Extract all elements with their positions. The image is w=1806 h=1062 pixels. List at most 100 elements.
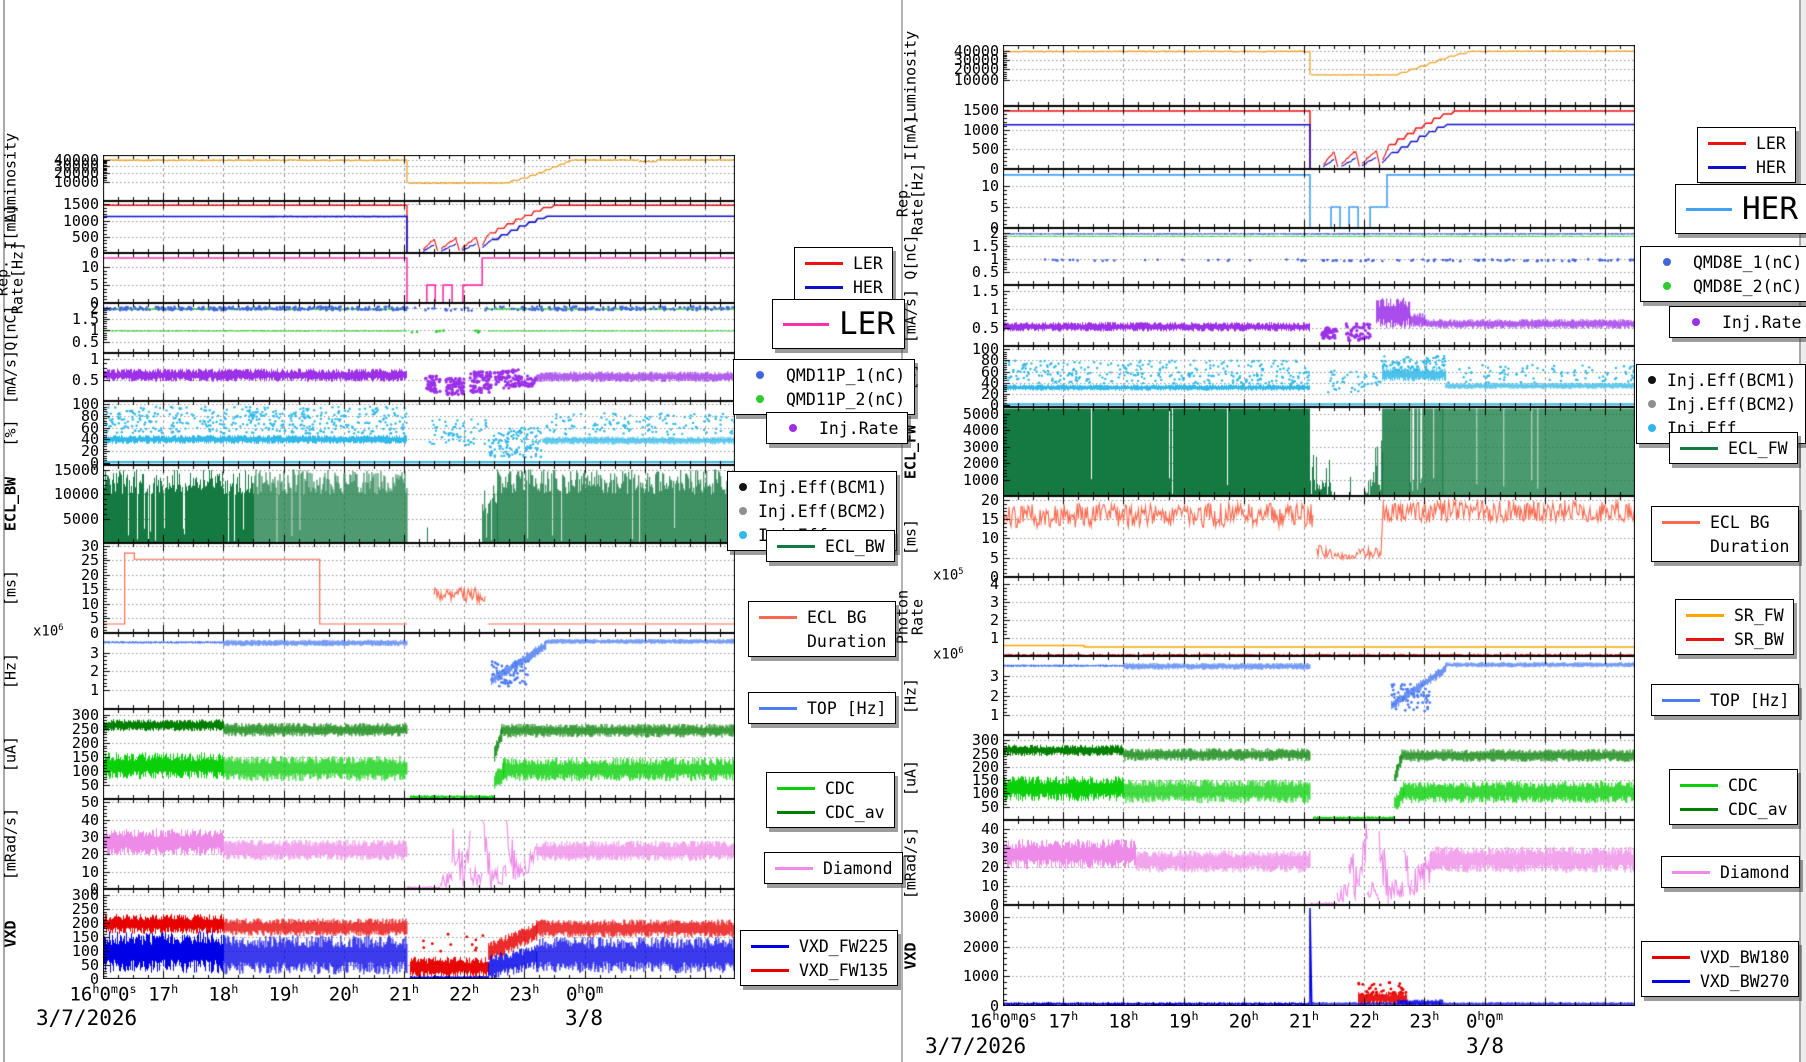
- x-tick-label: 23h: [1409, 1009, 1439, 1032]
- legend-label: HER: [1742, 191, 1798, 227]
- legend-label: Inj.Rate: [819, 419, 898, 438]
- y-axis-label: I[mA]: [903, 115, 918, 160]
- plot-bunch-charge: [1003, 228, 1635, 285]
- legend-item: CDC_av: [1676, 797, 1788, 821]
- y-tick-label: 4: [939, 575, 999, 593]
- plot-vxd-dose: [1003, 905, 1635, 1006]
- legend-label: LER: [1756, 134, 1786, 153]
- date-label-start-left: 3/7/2026: [36, 1006, 137, 1030]
- legend-item: LER: [1704, 131, 1786, 155]
- y-tick-label: 0: [939, 160, 999, 178]
- x-tick-label: 21h: [1289, 1009, 1319, 1032]
- legend-label: QMD8E_2(nC): [1693, 277, 1802, 296]
- plot-top-rate: [1003, 656, 1635, 735]
- y-tick-label: 1: [939, 629, 999, 647]
- legend-label: QMD8E_1(nC): [1693, 253, 1802, 272]
- plot-injection-rate: [1003, 285, 1635, 346]
- y-tick-label: 20: [939, 491, 999, 509]
- left-plot-column: Luminosity40000300002000010000I[mA]15001…: [0, 0, 901, 1062]
- y-tick-label: 50: [39, 793, 99, 811]
- y-tick-label: 30: [939, 839, 999, 857]
- series-line-marker: [779, 323, 833, 326]
- series-dot-marker: [1647, 282, 1687, 290]
- plot-injection-efficiency: [1003, 346, 1635, 407]
- y-tick-label: 0.5: [939, 263, 999, 281]
- series-dot-marker: [1643, 376, 1661, 384]
- legend-item: Inj.Eff(BCM2): [1643, 392, 1796, 416]
- series-line-marker: [755, 707, 801, 710]
- legend-cdc: CDCCDC_av: [766, 772, 895, 828]
- y-axis-label: VXD: [903, 942, 918, 969]
- y-tick-label: 2000: [939, 454, 999, 472]
- y-tick-label: 10000: [939, 71, 999, 89]
- y-axis-label: ECL_BW: [3, 477, 18, 531]
- y-tick-label: 3: [39, 644, 99, 662]
- y-axis-label: [%]: [3, 419, 18, 446]
- y-axis-label: [mA/s]: [3, 350, 18, 404]
- x-tick-label: 23h: [509, 982, 539, 1005]
- legend-item: ECL_BW: [773, 534, 885, 558]
- legend-sr-fw: SR_FWSR_BW: [1675, 599, 1794, 655]
- y-axis-label: VXD: [3, 920, 18, 947]
- legend-ecl-bg: ECL BGDuration: [1651, 506, 1799, 562]
- legend-item: HER: [801, 275, 883, 299]
- y-axis-label: [uA]: [903, 759, 918, 795]
- series-line-marker: [773, 545, 819, 548]
- legend-label: LER: [839, 306, 895, 342]
- series-line-marker: [1682, 638, 1728, 641]
- plot-ecl-fw: [1003, 407, 1635, 496]
- legend-item: HER: [1704, 155, 1786, 179]
- y-tick-label: 3: [939, 593, 999, 611]
- y-tick-label: 20: [39, 845, 99, 863]
- legend-label: Inj.Eff(BCM1): [758, 478, 887, 497]
- legend-label: CDC_av: [1728, 800, 1788, 819]
- plot-photon-rate: [1003, 577, 1635, 656]
- y-axis-label: [mRad/s]: [903, 826, 918, 898]
- y-tick-label: 15000: [39, 461, 99, 479]
- legend-label: ECL_BW: [825, 537, 885, 556]
- y-tick-label: 1: [939, 300, 999, 318]
- plot-rep-rate: [103, 253, 735, 303]
- y-tick-label: 1000: [939, 471, 999, 489]
- legend-item: Diamond: [1668, 860, 1790, 884]
- y-axis-label: Q[nC]: [3, 305, 18, 350]
- x-tick-label: 17h: [148, 982, 178, 1005]
- y-axis-label: Q[nC]: [903, 234, 918, 279]
- series-line-marker: [801, 262, 847, 265]
- plot-bunch-charge: [103, 303, 735, 353]
- legend-diamond: Diamond: [1661, 856, 1800, 888]
- y-tick-label: 3: [939, 667, 999, 685]
- series-line-marker: [747, 945, 793, 948]
- series-dot-marker: [740, 395, 780, 403]
- y-tick-label: 0.5: [939, 319, 999, 337]
- legend-item: Inj.Eff(BCM1): [1643, 368, 1796, 392]
- y-tick-label: 2: [939, 611, 999, 629]
- legend-label: QMD11P_1(nC): [786, 366, 905, 385]
- y-axis-label: [ms]: [3, 570, 18, 606]
- x-tick-label: 22h: [449, 982, 479, 1005]
- series-dot-marker: [1676, 318, 1716, 326]
- plot-vxd-dose: [103, 889, 735, 979]
- legend-label: VXD_BW180: [1700, 948, 1789, 967]
- plot-top-rate: [103, 633, 735, 709]
- y-tick-label: 50: [39, 776, 99, 794]
- legend-qmd8e-1-nc-: QMD8E_1(nC) QMD8E_2(nC): [1640, 246, 1806, 302]
- legend-item: Duration: [1658, 534, 1789, 558]
- legend-ler: LER HER: [1697, 127, 1796, 183]
- x-tick-label: 17h: [1048, 1009, 1078, 1032]
- legend-item: VXD_FW225: [747, 934, 888, 958]
- y-tick-label: 5: [939, 549, 999, 567]
- series-line-marker: [1668, 871, 1714, 874]
- legend-inj-rate: Inj.Rate: [766, 412, 908, 444]
- series-line-marker: [1704, 142, 1750, 145]
- legend-item: ECL BG: [755, 605, 886, 629]
- legend-label: Diamond: [1720, 863, 1790, 882]
- series-line-marker: [773, 811, 819, 814]
- y-tick-label: 10: [939, 529, 999, 547]
- y-tick-label: 1: [39, 350, 99, 368]
- legend-label: SR_BW: [1734, 630, 1784, 649]
- y-tick-label: 500: [939, 140, 999, 158]
- x-tick-label: 22h: [1349, 1009, 1379, 1032]
- legend-label: Duration: [807, 632, 886, 651]
- y-tick-label: 5000: [39, 510, 99, 528]
